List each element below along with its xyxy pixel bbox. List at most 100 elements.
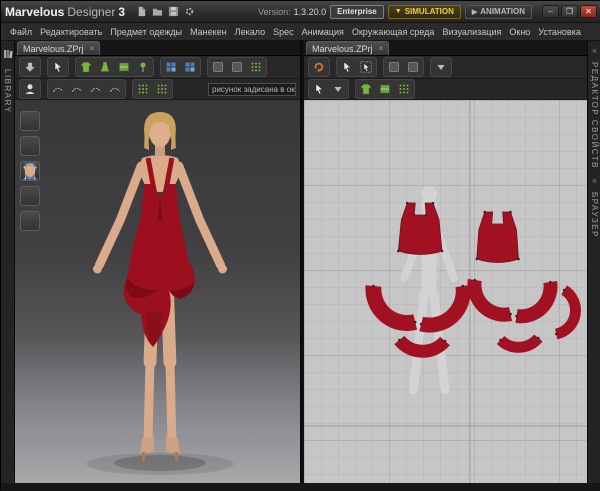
viewport-2d-canvas[interactable]: [304, 100, 587, 483]
toolbar-2d-row1: [304, 56, 587, 79]
grid-blue-icon[interactable]: [162, 59, 180, 75]
menu-bar: Файл Редактировать Предмет одежды Манекен Ле…: [1, 23, 600, 41]
animation-toggle-button[interactable]: ▶ ANIMATION: [464, 4, 532, 19]
enterprise-badge[interactable]: Enterprise: [330, 4, 384, 19]
pointer-icon[interactable]: [49, 59, 67, 75]
toolbar-group-pin-tools: [160, 57, 201, 77]
thumbnail-head-tan[interactable]: [20, 163, 40, 231]
seam-icon[interactable]: [49, 81, 67, 97]
window-controls: – ❒ ✕: [542, 5, 597, 18]
close-button[interactable]: ✕: [580, 5, 597, 18]
sync-orange-icon[interactable]: [310, 59, 328, 75]
big-arrow-down-icon[interactable]: [21, 59, 39, 75]
seam-icon[interactable]: [106, 81, 124, 97]
brand-product: Designer: [67, 4, 116, 19]
tab-label: Marvelous.ZPrj: [23, 43, 84, 54]
menu-item-8[interactable]: Визуализация: [438, 27, 505, 37]
box-icon[interactable]: [385, 59, 403, 75]
browser-panel-label[interactable]: БРАУЗЕР: [590, 192, 599, 238]
simulation-toggle-button[interactable]: ▼ SIMULATION: [387, 4, 461, 19]
toolbar-group-show-avatar: [19, 57, 41, 77]
box-icon[interactable]: [404, 59, 422, 75]
viewport-3d-canvas[interactable]: [15, 100, 300, 483]
app-logo: Marvelous Designer 3: [5, 5, 125, 19]
right-tab-bar: Marvelous.ZPrj ×: [304, 41, 587, 56]
maximize-button[interactable]: ❒: [561, 5, 578, 18]
title-bar: Marvelous Designer 3 Version: 1.3.20.0 En…: [1, 1, 600, 23]
tab-close-icon[interactable]: ×: [379, 44, 384, 53]
right-panel-strip: « РЕДАКТОР СВОЙСТВ « БРАУЗЕР: [587, 41, 600, 483]
version-label: Version:: [258, 6, 291, 17]
collapse-left-icon[interactable]: «: [592, 176, 596, 185]
toolbar-group-sewing-2d: [355, 79, 415, 99]
save-icon[interactable]: [167, 5, 180, 18]
settings-icon[interactable]: [183, 5, 196, 18]
new-doc-icon[interactable]: [135, 5, 148, 18]
toolbar-group-transform-2d: [308, 79, 349, 99]
tab-marvelous-zprj-3d[interactable]: Marvelous.ZPrj ×: [17, 41, 101, 55]
avatar-head-icon[interactable]: [21, 81, 39, 97]
menu-item-9[interactable]: Окно: [505, 27, 534, 37]
pointer-icon[interactable]: [338, 59, 356, 75]
workspace: LIBRARY Marvelous.ZPrj × рисунок задисан…: [1, 41, 600, 483]
library-panel-strip: LIBRARY: [1, 41, 15, 483]
viewport-2d-window: Marvelous.ZPrj ×: [304, 41, 587, 483]
menu-item-0[interactable]: Файл: [6, 27, 36, 37]
pattern-window-field[interactable]: рисунок задисана в окне: [208, 82, 296, 96]
version-text: Version: 1.3.20.0: [258, 7, 326, 17]
menu-item-10[interactable]: Установка: [534, 27, 585, 37]
sew-green-icon[interactable]: [115, 59, 133, 75]
box-icon[interactable]: [228, 59, 246, 75]
brand-version-number: 3: [118, 4, 126, 19]
avatar-3d-render: [86, 112, 234, 475]
property-editor-panel-label[interactable]: РЕДАКТОР СВОЙСТВ: [590, 62, 599, 169]
toolbar-group-pattern-edit: [383, 57, 424, 77]
animation-label: ANIMATION: [480, 7, 525, 16]
tab-close-icon[interactable]: ×: [90, 44, 95, 53]
menu-item-2[interactable]: Предмет одежды: [106, 27, 186, 37]
dress-green-icon[interactable]: [96, 59, 114, 75]
seam-icon[interactable]: [87, 81, 105, 97]
toolbar-2d-row2: [304, 79, 587, 100]
menu-item-6[interactable]: Анимация: [298, 27, 348, 37]
minimize-button[interactable]: –: [542, 5, 559, 18]
toolbar-group-select-2d: [336, 57, 377, 77]
tab-marvelous-zprj-2d[interactable]: Marvelous.ZPrj ×: [306, 41, 390, 55]
grid-dots-icon[interactable]: [395, 81, 413, 97]
grid-dots-icon[interactable]: [247, 59, 265, 75]
grid-blue-icon[interactable]: [181, 59, 199, 75]
brand-name: Marvelous: [5, 4, 65, 19]
toolbar-group-texture-display: [132, 79, 173, 99]
caret-down-icon[interactable]: [432, 59, 450, 75]
pointer-icon[interactable]: [310, 81, 328, 97]
left-tab-bar: Marvelous.ZPrj ×: [15, 41, 300, 56]
grid-dots-icon[interactable]: [153, 81, 171, 97]
menu-item-4[interactable]: Лекало: [231, 27, 269, 37]
toolbar-group-sync: [308, 57, 330, 77]
seam-icon[interactable]: [68, 81, 86, 97]
toolbar-group-avatar-display: [19, 79, 41, 99]
toolbar-group-display-tools: [207, 57, 267, 77]
menu-item-1[interactable]: Редактировать: [36, 27, 106, 37]
tshirt-green-icon[interactable]: [77, 59, 95, 75]
collapse-left-icon[interactable]: «: [592, 46, 596, 55]
box-icon[interactable]: [209, 59, 227, 75]
toolbar-group-select-3d: [47, 57, 69, 77]
animation-icon: ▶: [471, 8, 478, 16]
menu-item-3[interactable]: Манекен: [186, 27, 231, 37]
pointer-box-icon[interactable]: [357, 59, 375, 75]
toolbar-3d-row2: рисунок задисана в окне: [15, 79, 300, 100]
library-panel-label[interactable]: LIBRARY: [3, 69, 12, 114]
menu-item-5[interactable]: Spec: [269, 27, 298, 37]
toolbar-group-seam-display: [47, 79, 126, 99]
grid-dots-icon[interactable]: [134, 81, 152, 97]
menu-item-7[interactable]: Окружающая среда: [348, 27, 439, 37]
sew-green-icon[interactable]: [376, 81, 394, 97]
pin-green-icon[interactable]: [134, 59, 152, 75]
caret-down-icon[interactable]: [329, 81, 347, 97]
pattern-pieces-render: [304, 100, 587, 483]
enterprise-label: Enterprise: [337, 7, 377, 16]
tshirt-green-icon[interactable]: [357, 81, 375, 97]
viewport-thumbnail-column: [20, 111, 40, 231]
open-folder-icon[interactable]: [151, 5, 164, 18]
